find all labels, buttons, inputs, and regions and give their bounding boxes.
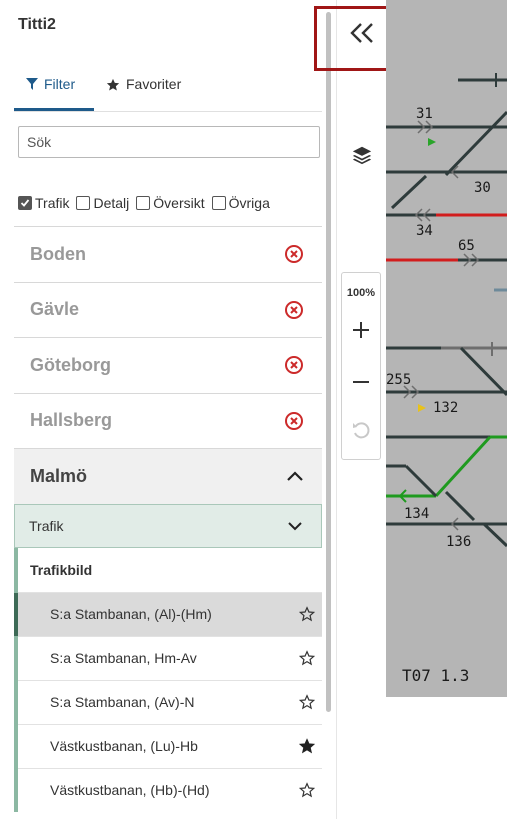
star-outline-icon[interactable] [299,606,315,622]
reset-icon [353,422,370,439]
location-item-boden[interactable]: Boden [14,226,322,282]
checkbox-trafik-label: Trafik [35,195,70,211]
checkbox-unchecked-icon [136,196,151,210]
checkbox-unchecked-icon [76,196,91,210]
map-toolbar: 100% [336,0,386,819]
track-label: 132 [433,400,458,416]
star-outline-icon[interactable] [299,650,315,666]
tab-favoriter-label: Favoriter [126,76,182,92]
subcategory-trafik[interactable]: Trafik [14,503,322,548]
location-label: Gävle [30,299,80,320]
group-heading: Trafikbild [30,561,93,578]
filter-checkboxes: Trafik Detalj Översikt Övriga [18,193,277,213]
route-item[interactable]: S:a Stambanan, Hm-Av [18,635,322,680]
star-outline-icon[interactable] [299,782,315,798]
active-tab-indicator [14,108,94,111]
remove-icon[interactable] [284,300,304,320]
reset-zoom-button[interactable] [346,415,376,445]
star-filled-icon[interactable] [299,738,315,754]
subcategory-body: Trafikbild S:a Stambanan, (Al)-(Hm) S:a … [14,547,322,812]
checkbox-ovriga-label: Övriga [228,195,270,211]
map-footer: T07 1.3 [402,666,469,685]
checkbox-detalj-label: Detalj [93,195,130,211]
filter-icon [26,78,38,90]
location-item-gavle[interactable]: Gävle [14,281,322,338]
plus-icon [353,322,369,338]
checkbox-checked-icon [18,196,32,210]
location-label: Malmö [30,465,88,486]
tab-filter[interactable]: Filter [26,76,75,110]
checkbox-oversikt-label: Översikt [153,195,205,211]
route-item[interactable]: S:a Stambanan, (Al)-(Hm) [14,591,322,636]
route-label: S:a Stambanan, Hm-Av [50,650,197,666]
layers-icon [352,146,372,165]
location-item-malmo[interactable]: Malmö [14,448,322,504]
track-label: 30 [474,180,491,196]
track-map[interactable]: 31 30 34 65 255 132 134 136 T07 1.3 [386,0,507,697]
track-label: 134 [404,506,429,522]
track-label: 65 [458,238,475,254]
chevron-down-icon[interactable] [287,521,303,531]
checkbox-trafik[interactable]: Trafik [18,195,69,211]
zoom-out-button[interactable] [346,367,376,397]
checkbox-oversikt[interactable]: Översikt [136,195,205,211]
star-outline-icon[interactable] [299,694,315,710]
zoom-level: 100% [346,287,376,299]
track-diagram: 31 30 34 65 255 132 134 136 T07 1.3 [386,0,507,697]
checkbox-unchecked-icon [211,196,226,210]
track-label: 136 [446,534,471,550]
star-icon [106,78,120,91]
location-label: Boden [30,243,86,264]
subcategory-label: Trafik [29,517,64,534]
zoom-in-button[interactable] [346,315,376,345]
chevron-up-icon[interactable] [286,470,304,482]
location-item-goteborg[interactable]: Göteborg [14,337,322,393]
layers-button[interactable] [347,140,377,170]
checkbox-ovriga[interactable]: Övriga [211,195,270,211]
route-label: Västkustbanan, (Hb)-(Hd) [50,782,210,798]
location-label: Göteborg [30,354,111,375]
left-panel: Titti2 Filter Favoriter Trafik Detalj Öv… [0,0,335,819]
minus-icon [353,381,369,383]
checkbox-detalj[interactable]: Detalj [76,195,129,211]
route-label: Västkustbanan, (Lu)-Hb [50,738,198,754]
tab-filter-label: Filter [44,76,76,92]
route-label: S:a Stambanan, (Al)-(Hm) [50,606,212,622]
route-item[interactable]: Västkustbanan, (Hb)-(Hd) [18,767,322,812]
zoom-controls: 100% [341,272,381,460]
route-item[interactable]: Västkustbanan, (Lu)-Hb [18,723,322,768]
search-input[interactable] [18,126,320,158]
route-item[interactable]: S:a Stambanan, (Av)-N [18,679,322,724]
remove-icon[interactable] [284,411,304,431]
track-label: 34 [416,223,433,239]
scrollbar-thumb[interactable] [326,12,331,712]
location-list: Boden Gävle Göteborg Hallsberg Malmö Tra… [14,226,322,812]
track-label: 255 [386,372,411,388]
remove-icon[interactable] [284,355,304,375]
route-label: S:a Stambanan, (Av)-N [50,694,195,710]
scrollbar[interactable] [325,0,333,819]
tab-bar: Filter Favoriter [14,72,322,112]
track-label: 31 [416,106,433,122]
location-item-hallsberg[interactable]: Hallsberg [14,392,322,449]
map-blank-area [386,697,507,819]
tab-favoriter[interactable]: Favoriter [106,76,181,110]
app-title: Titti2 [18,16,56,33]
remove-icon[interactable] [284,244,304,264]
location-label: Hallsberg [30,410,113,431]
